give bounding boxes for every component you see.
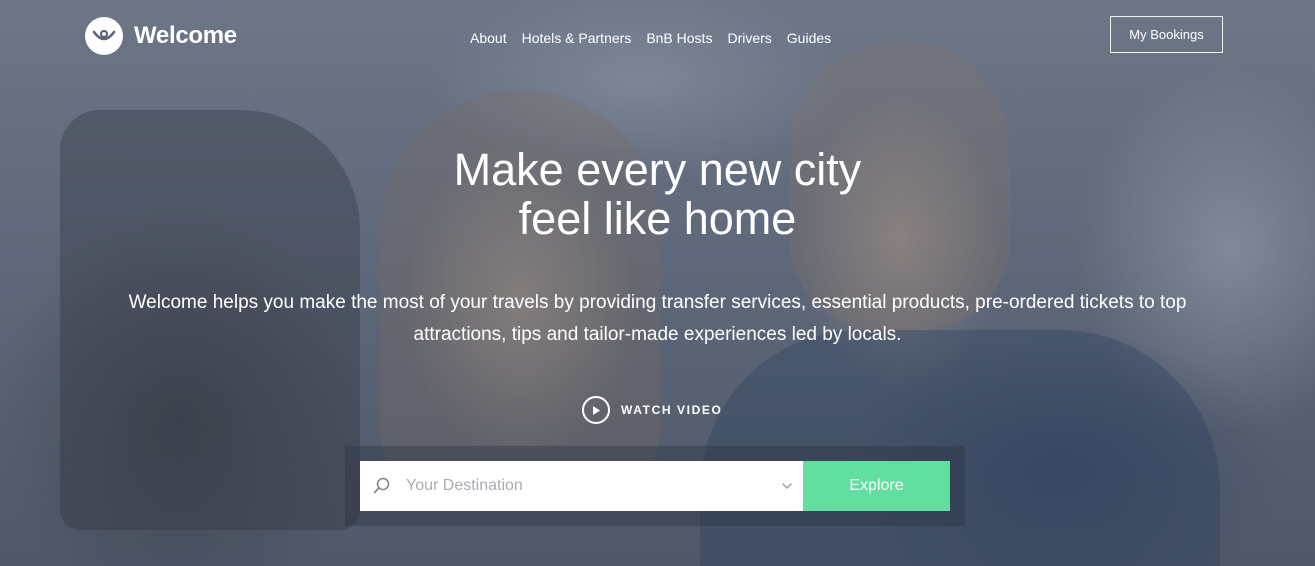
destination-select[interactable] <box>360 461 803 511</box>
hero-headline: Make every new city feel like home <box>0 145 1315 243</box>
welcome-logo-icon <box>85 17 123 55</box>
main-nav: About Hotels & Partners BnB Hosts Driver… <box>470 30 831 46</box>
explore-button[interactable]: Explore <box>803 461 950 511</box>
search-icon <box>373 477 390 494</box>
play-icon <box>582 396 610 424</box>
hero-section: Welcome About Hotels & Partners BnB Host… <box>0 0 1315 566</box>
destination-input[interactable] <box>406 461 766 511</box>
nav-link-hotels-partners[interactable]: Hotels & Partners <box>522 30 632 46</box>
nav-link-bnb-hosts[interactable]: BnB Hosts <box>646 30 712 46</box>
nav-link-about[interactable]: About <box>470 30 507 46</box>
hero-subtitle: Welcome helps you make the most of your … <box>128 292 1187 345</box>
chevron-down-icon[interactable] <box>781 480 793 492</box>
nav-link-guides[interactable]: Guides <box>787 30 831 46</box>
watch-video-button[interactable]: WATCH VIDEO <box>582 396 722 424</box>
nav-link-drivers[interactable]: Drivers <box>727 30 771 46</box>
headline-line-2: feel like home <box>518 193 797 244</box>
brand-logo[interactable]: Welcome <box>85 17 237 55</box>
my-bookings-button[interactable]: My Bookings <box>1110 16 1223 53</box>
headline-line-1: Make every new city <box>453 144 862 195</box>
watch-video-label: WATCH VIDEO <box>621 403 723 417</box>
brand-name: Welcome <box>134 22 237 49</box>
